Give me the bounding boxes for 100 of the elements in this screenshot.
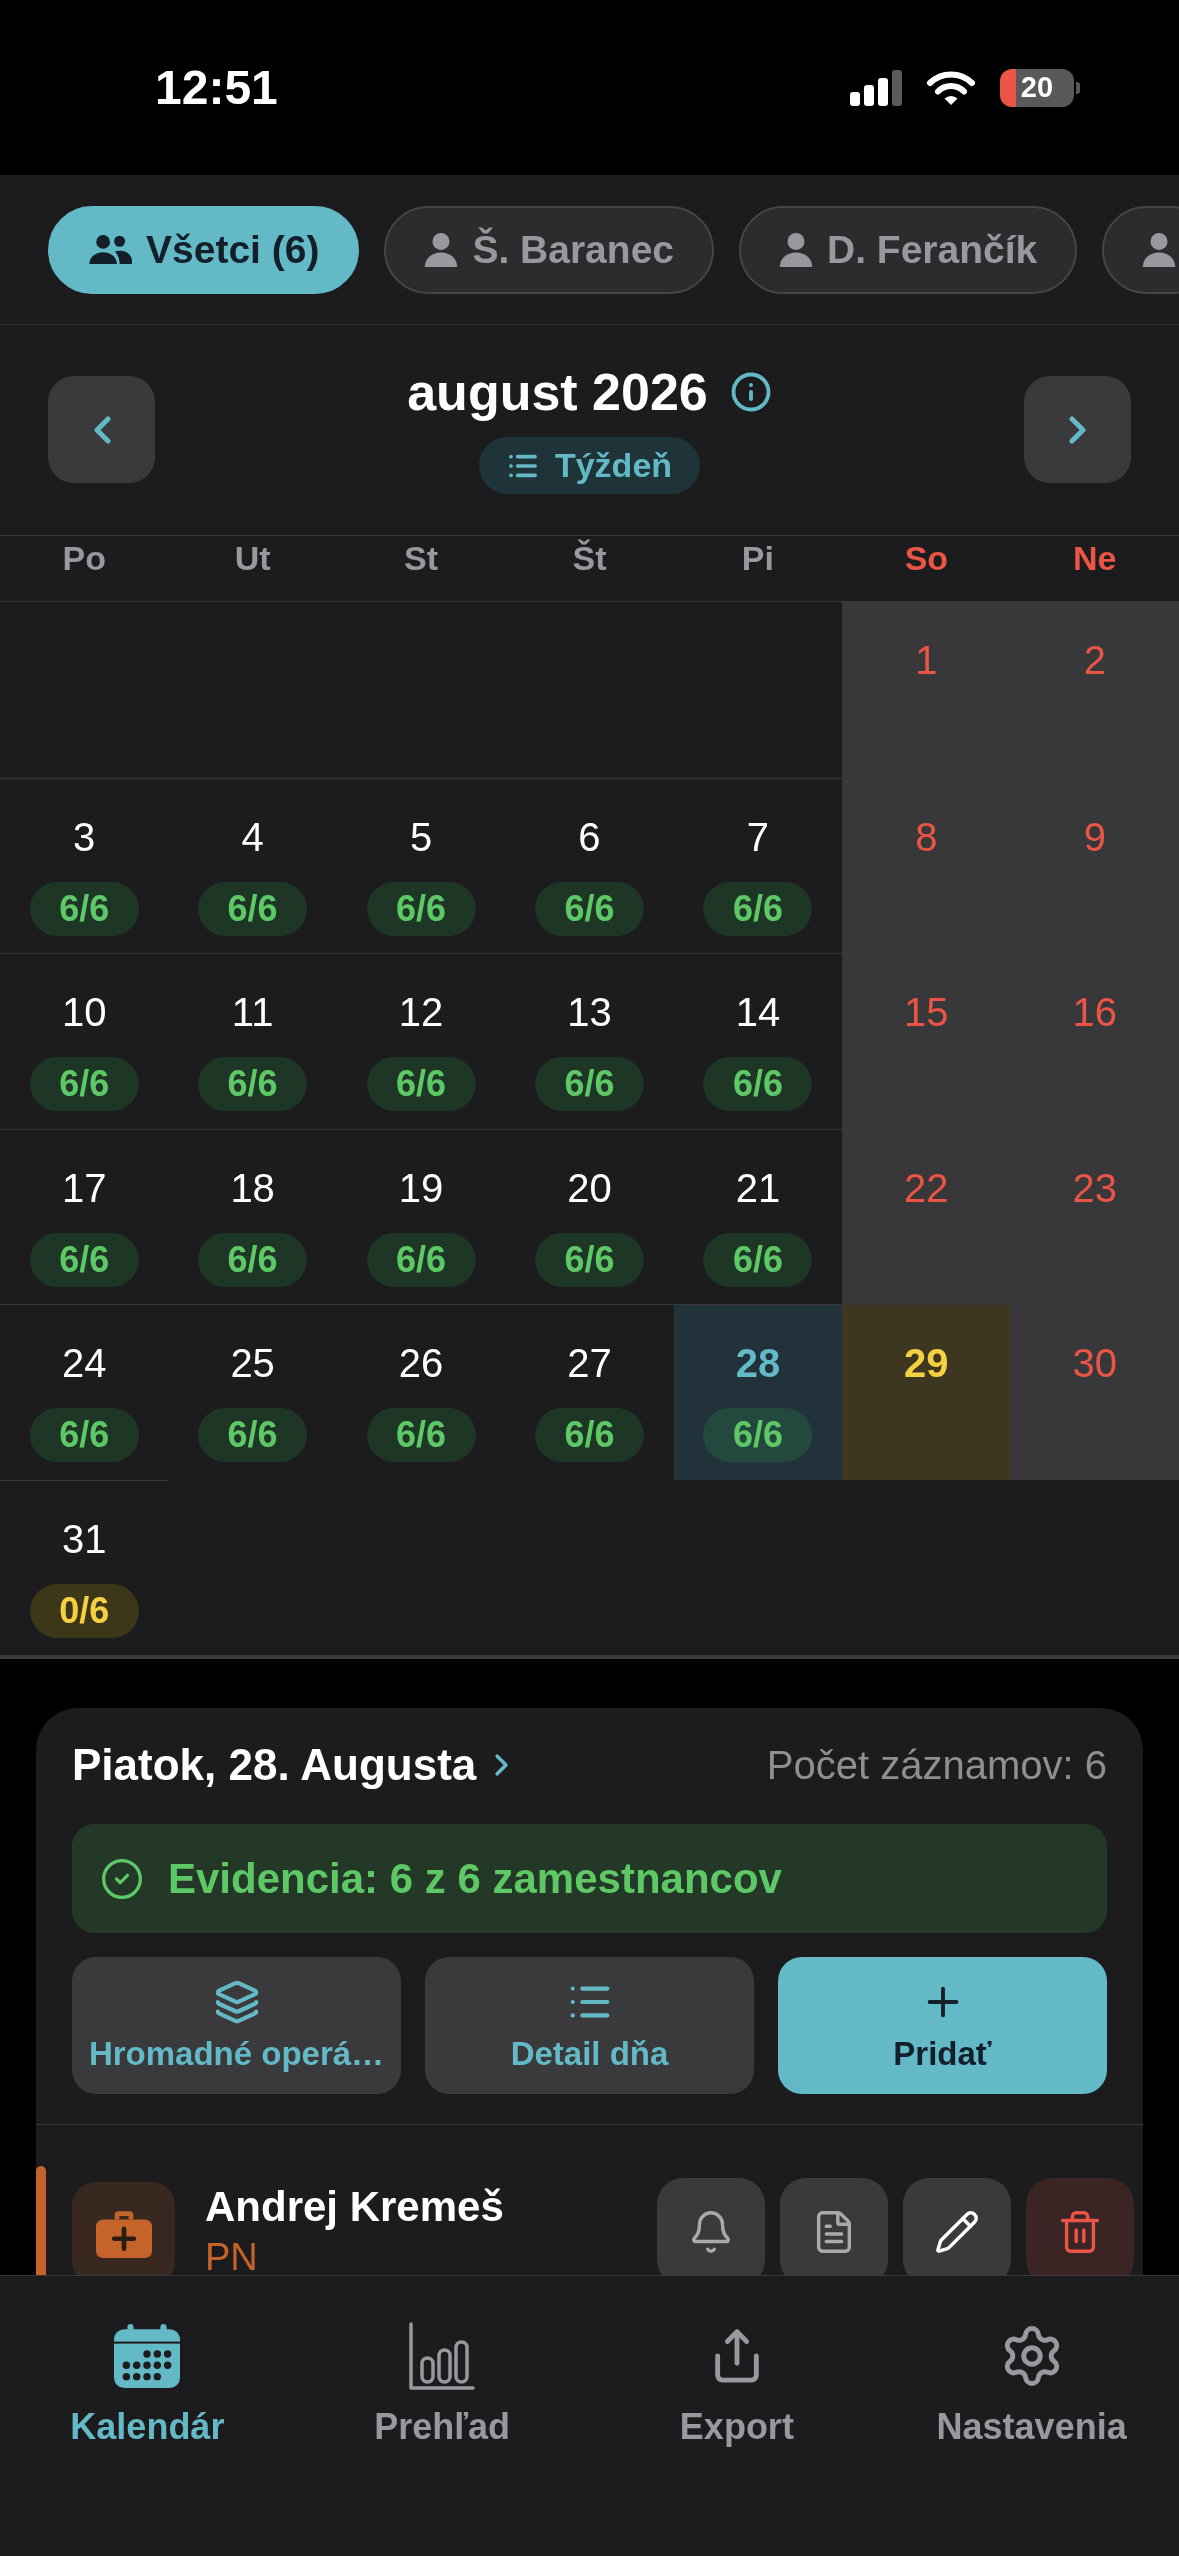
weekday-label: So (903, 538, 950, 578)
attendance-badge: 6/6 (29, 1057, 139, 1111)
absence-type: PN (205, 2235, 259, 2275)
calendar-day-cell[interactable]: 3 6/6 (0, 777, 169, 953)
chevron-right-icon (1067, 415, 1088, 444)
day-number: 26 (398, 1340, 444, 1387)
calendar-day-cell[interactable]: 19 6/6 (336, 1128, 506, 1304)
calendar-day-cell[interactable]: 29 (842, 1304, 1011, 1480)
day-number: 28 (735, 1340, 781, 1387)
calendar-day-cell[interactable]: 7 6/6 (673, 777, 843, 953)
person-icon (1142, 232, 1177, 267)
calendar-day-cell[interactable]: 18 6/6 (168, 1128, 337, 1304)
day-number: 16 (1072, 989, 1118, 1036)
info-icon[interactable] (729, 371, 772, 413)
attendance-badge: 6/6 (366, 1408, 476, 1462)
bulk-actions-button[interactable]: Hromadné operá… (72, 1957, 401, 2094)
day-number: 13 (567, 989, 612, 1036)
attendance-badge: 6/6 (29, 881, 139, 936)
attendance-badge: 6/6 (29, 1232, 139, 1287)
day-number: 31 (61, 1515, 107, 1563)
calendar-day-cell[interactable]: 31 0/6 (0, 1479, 169, 1655)
attendance-badge: 6/6 (535, 1232, 644, 1287)
weekday-label: St (403, 538, 440, 578)
edit-button[interactable] (903, 2178, 1011, 2275)
calendar-day-cell[interactable]: 12 6/6 (336, 953, 506, 1129)
calendar-day-cell[interactable]: 27 6/6 (505, 1304, 674, 1480)
day-number: 9 (1083, 813, 1106, 861)
day-number: 5 (409, 813, 433, 861)
attendance-badge: 6/6 (29, 1408, 139, 1462)
day-number: 4 (241, 813, 264, 861)
attendance-badge: 6/6 (198, 1232, 308, 1287)
calendar-day-cell[interactable]: 13 6/6 (505, 953, 674, 1129)
record-count: Počet záznamov: 6 (766, 1742, 1107, 1788)
layers-icon (213, 1978, 260, 2025)
calendar-day-cell[interactable]: 26 6/6 (336, 1304, 506, 1480)
delete-button[interactable] (1026, 2178, 1134, 2275)
attendance-badge: 6/6 (366, 881, 476, 936)
evidence-text: Evidencia: 6 z 6 zamestnancov (168, 1854, 782, 1903)
tab-button[interactable]: Nastavenia (884, 2276, 1179, 2556)
briefcase-plus-icon (72, 2182, 175, 2275)
day-number: 7 (746, 813, 770, 861)
day-detail-button[interactable]: Detail dňa (425, 1957, 754, 2094)
day-number: 17 (61, 1164, 107, 1212)
calendar-day-cell[interactable]: 25 6/6 (168, 1304, 337, 1480)
day-number: 3 (73, 813, 96, 861)
filter-chip[interactable]: Všetci (6) (48, 205, 360, 294)
chevron-right-icon (494, 1753, 511, 1777)
day-number: 18 (230, 1164, 275, 1212)
calendar-day-cell[interactable]: 24 6/6 (0, 1304, 169, 1480)
filter-chip[interactable]: D. Ferančík (739, 205, 1078, 294)
day-number: 10 (61, 989, 107, 1036)
tab-button[interactable]: Export (589, 2276, 885, 2556)
attendance-badge: 6/6 (366, 1232, 476, 1287)
attendance-badge: 6/6 (535, 881, 644, 936)
week-view-button[interactable]: Týždeň (478, 437, 701, 494)
people-icon (88, 235, 132, 264)
day-number: 24 (61, 1340, 107, 1387)
calendar-day-cell[interactable]: 28 6/6 (673, 1304, 843, 1480)
attendance-badge: 6/6 (198, 1408, 308, 1462)
attendance-badge: 6/6 (703, 1408, 813, 1462)
attendance-badge: 6/6 (703, 1232, 813, 1287)
day-number: 2 (1083, 637, 1106, 684)
bar-chart-icon (409, 2322, 476, 2390)
calendar-day-cell[interactable]: 4 6/6 (168, 777, 337, 953)
day-number: 14 (735, 989, 781, 1036)
day-number: 15 (904, 989, 949, 1036)
status-time: 12:51 (155, 60, 278, 115)
day-number: 8 (915, 813, 938, 861)
weekday-label: Ut (233, 538, 272, 578)
attendance-badge: 6/6 (703, 1057, 813, 1111)
filter-chip[interactable]: Š. Baranec (384, 205, 714, 294)
attendance-badge: 6/6 (198, 1057, 308, 1111)
attendance-badge: 6/6 (703, 881, 813, 936)
attendance-badge: 6/6 (198, 881, 308, 936)
pencil-icon (934, 2209, 980, 2255)
day-number: 12 (398, 989, 444, 1036)
weekday-label: Ne (1072, 538, 1118, 578)
calendar-day-cell[interactable]: 6 6/6 (505, 777, 674, 953)
day-number: 20 (567, 1164, 612, 1212)
tab-button[interactable]: Kalendár (0, 2276, 295, 2556)
calendar-day-cell[interactable]: 10 6/6 (0, 953, 169, 1129)
notify-button[interactable] (657, 2178, 765, 2275)
employee-name: Andrej Kremeš (205, 2182, 505, 2232)
calendar-day-cell[interactable]: 14 6/6 (673, 953, 843, 1129)
day-number: 21 (735, 1164, 781, 1212)
document-button[interactable] (780, 2178, 888, 2275)
tab-button[interactable]: Prehľad (294, 2276, 590, 2556)
calendar-day-cell[interactable]: 20 6/6 (505, 1128, 674, 1304)
calendar-day-cell[interactable]: 21 6/6 (673, 1128, 843, 1304)
calendar-day-cell[interactable]: 17 6/6 (0, 1128, 169, 1304)
add-button[interactable]: Pridať (778, 1957, 1107, 2094)
day-title-link[interactable]: Piatok, 28. Augusta (72, 1740, 511, 1790)
day-number: 11 (231, 989, 274, 1036)
attendance-badge: 0/6 (29, 1583, 139, 1638)
calendar-day-cell[interactable]: 5 6/6 (336, 777, 506, 953)
calendar-day-cell[interactable]: 11 6/6 (168, 953, 337, 1129)
day-number: 1 (915, 637, 938, 684)
calendar-icon (114, 2324, 181, 2388)
day-number: 19 (398, 1164, 444, 1212)
check-circle-icon (100, 1856, 144, 1901)
